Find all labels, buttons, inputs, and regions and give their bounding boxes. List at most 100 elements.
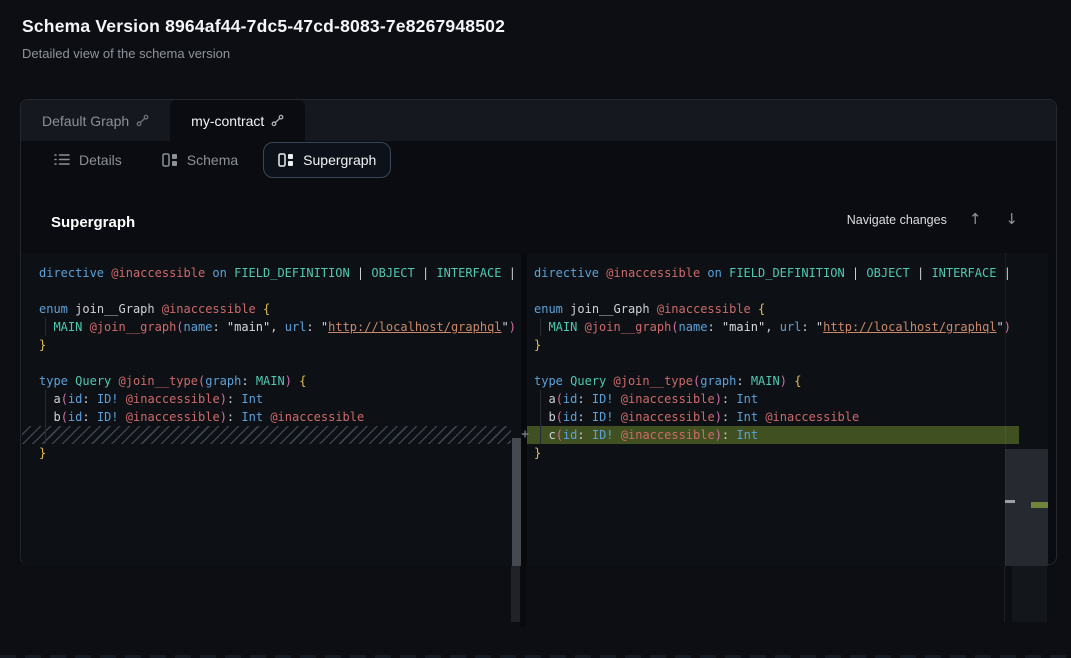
code-token: @inaccessible bbox=[126, 392, 220, 406]
subtab-schema[interactable]: Schema bbox=[147, 142, 253, 178]
code-token: ID! bbox=[592, 428, 614, 442]
code-token: id bbox=[68, 392, 82, 406]
code-token: @inaccessible bbox=[621, 410, 715, 424]
code-link[interactable]: http://localhost/graphql bbox=[823, 320, 996, 334]
code-token: "main" bbox=[227, 320, 270, 334]
code-line: MAIN @join__graph(name: "main", url: "ht… bbox=[39, 318, 521, 336]
code-token: ( bbox=[61, 392, 68, 406]
code-line: a(id: ID! @inaccessible): Int bbox=[534, 390, 1048, 408]
code-token: id bbox=[68, 410, 82, 424]
tab-default-graph-label: Default Graph bbox=[42, 113, 129, 129]
code-token: ID! bbox=[592, 392, 614, 406]
code-token: : bbox=[82, 392, 89, 406]
code-token: ) bbox=[715, 428, 722, 442]
code-token: : bbox=[577, 428, 584, 442]
code-token bbox=[577, 320, 584, 334]
code-line: b(id: ID! @inaccessible): Int @inaccessi… bbox=[534, 408, 1048, 426]
code-token: ( bbox=[671, 320, 678, 334]
code-token: directive bbox=[534, 266, 599, 280]
code-line: enum join__Graph @inaccessible { bbox=[39, 300, 521, 318]
scrollbar-overflow-column bbox=[511, 566, 520, 622]
code-token: OBJECT bbox=[866, 266, 909, 280]
code-token: @inaccessible bbox=[126, 410, 220, 424]
code-line bbox=[39, 354, 521, 372]
code-link[interactable]: http://localhost/graphql bbox=[328, 320, 501, 334]
code-token: name bbox=[184, 320, 213, 334]
code-token: enum bbox=[534, 302, 563, 316]
code-token bbox=[614, 392, 621, 406]
code-token: "main" bbox=[722, 320, 765, 334]
code-token: a bbox=[548, 392, 555, 406]
navigate-changes-controls: Navigate changes ↑ ↓ bbox=[847, 210, 1020, 229]
code-token: { bbox=[758, 302, 765, 316]
code-token: ID! bbox=[592, 410, 614, 424]
subtab-supergraph[interactable]: Supergraph bbox=[263, 142, 391, 178]
code-line: } bbox=[534, 444, 1048, 462]
tab-my-contract-label: my-contract bbox=[191, 113, 264, 129]
code-token: OBJECT bbox=[371, 266, 414, 280]
code-line: MAIN @join__graph(name: "main", url: "ht… bbox=[534, 318, 1048, 336]
code-token: ) bbox=[220, 392, 227, 406]
code-token: Int bbox=[241, 392, 263, 406]
code-token bbox=[256, 302, 263, 316]
code-token bbox=[751, 302, 758, 316]
page: { "page": { "title": "Schema Version 896… bbox=[0, 0, 1071, 658]
diff-pane-modified[interactable]: directive @inaccessible on FIELD_DEFINIT… bbox=[527, 253, 1048, 566]
code-line: type Query @join__type(graph: MAIN) { bbox=[39, 372, 521, 390]
code-line: type Query @join__type(graph: MAIN) { bbox=[534, 372, 1048, 390]
supergraph-diff-editor: directive @inaccessible on FIELD_DEFINIT… bbox=[22, 253, 1057, 566]
code-token bbox=[773, 320, 780, 334]
code-token: , bbox=[765, 320, 772, 334]
code-token: @join__graph bbox=[585, 320, 672, 334]
code-token: INTERFACE bbox=[436, 266, 501, 280]
code-token: MAIN bbox=[256, 374, 285, 388]
code-token: | bbox=[910, 266, 932, 280]
code-token bbox=[39, 320, 53, 334]
code-token: } bbox=[39, 338, 46, 352]
columns-icon bbox=[162, 153, 178, 167]
code-token: type bbox=[534, 374, 563, 388]
code-token: name bbox=[679, 320, 708, 334]
indent-guide bbox=[45, 318, 46, 336]
minimap-cursor-mark bbox=[1005, 500, 1015, 503]
code-token bbox=[82, 320, 89, 334]
code-token bbox=[90, 410, 97, 424]
schema-version-card: Default Graph my-contract bbox=[20, 99, 1057, 565]
list-icon bbox=[54, 153, 70, 166]
code-token: Int bbox=[736, 392, 758, 406]
code-token: url bbox=[285, 320, 307, 334]
code-token: : bbox=[306, 320, 313, 334]
previous-change-button[interactable]: ↑ bbox=[967, 210, 984, 229]
code-token: } bbox=[39, 446, 46, 460]
code-token: MAIN bbox=[53, 320, 82, 334]
left-pane-scrollbar-thumb[interactable] bbox=[512, 438, 521, 566]
code-token: ID! bbox=[97, 410, 119, 424]
navigate-changes-label: Navigate changes bbox=[847, 213, 947, 227]
code-token: : bbox=[577, 392, 584, 406]
columns-icon bbox=[278, 153, 294, 167]
next-change-button[interactable]: ↓ bbox=[1003, 210, 1020, 229]
code-line: enum join__Graph @inaccessible { bbox=[534, 300, 1048, 318]
code-line: } bbox=[39, 444, 521, 462]
code-token: directive bbox=[39, 266, 104, 280]
tab-default-graph[interactable]: Default Graph bbox=[21, 100, 170, 141]
variant-tabbar: Default Graph my-contract bbox=[21, 100, 1056, 141]
code-token bbox=[614, 410, 621, 424]
code-token: join__Graph bbox=[570, 302, 649, 316]
tab-my-contract[interactable]: my-contract bbox=[170, 100, 305, 141]
code-token: | bbox=[996, 266, 1010, 280]
code-token: MAIN bbox=[751, 374, 780, 388]
diff-pane-original[interactable]: directive @inaccessible on FIELD_DEFINIT… bbox=[22, 253, 521, 566]
code-token: @inaccessible bbox=[270, 410, 364, 424]
code-token bbox=[534, 428, 548, 442]
code-token: graph bbox=[205, 374, 241, 388]
diff-removed-placeholder bbox=[22, 426, 511, 444]
code-token bbox=[744, 374, 751, 388]
code-token: graph bbox=[700, 374, 736, 388]
minimap-added-line-mark bbox=[1031, 502, 1048, 508]
code-line: } bbox=[39, 336, 521, 354]
code-token: join__Graph bbox=[75, 302, 154, 316]
code-token: @inaccessible bbox=[621, 428, 715, 442]
subtab-schema-label: Schema bbox=[187, 152, 238, 168]
subtab-details[interactable]: Details bbox=[39, 142, 137, 178]
